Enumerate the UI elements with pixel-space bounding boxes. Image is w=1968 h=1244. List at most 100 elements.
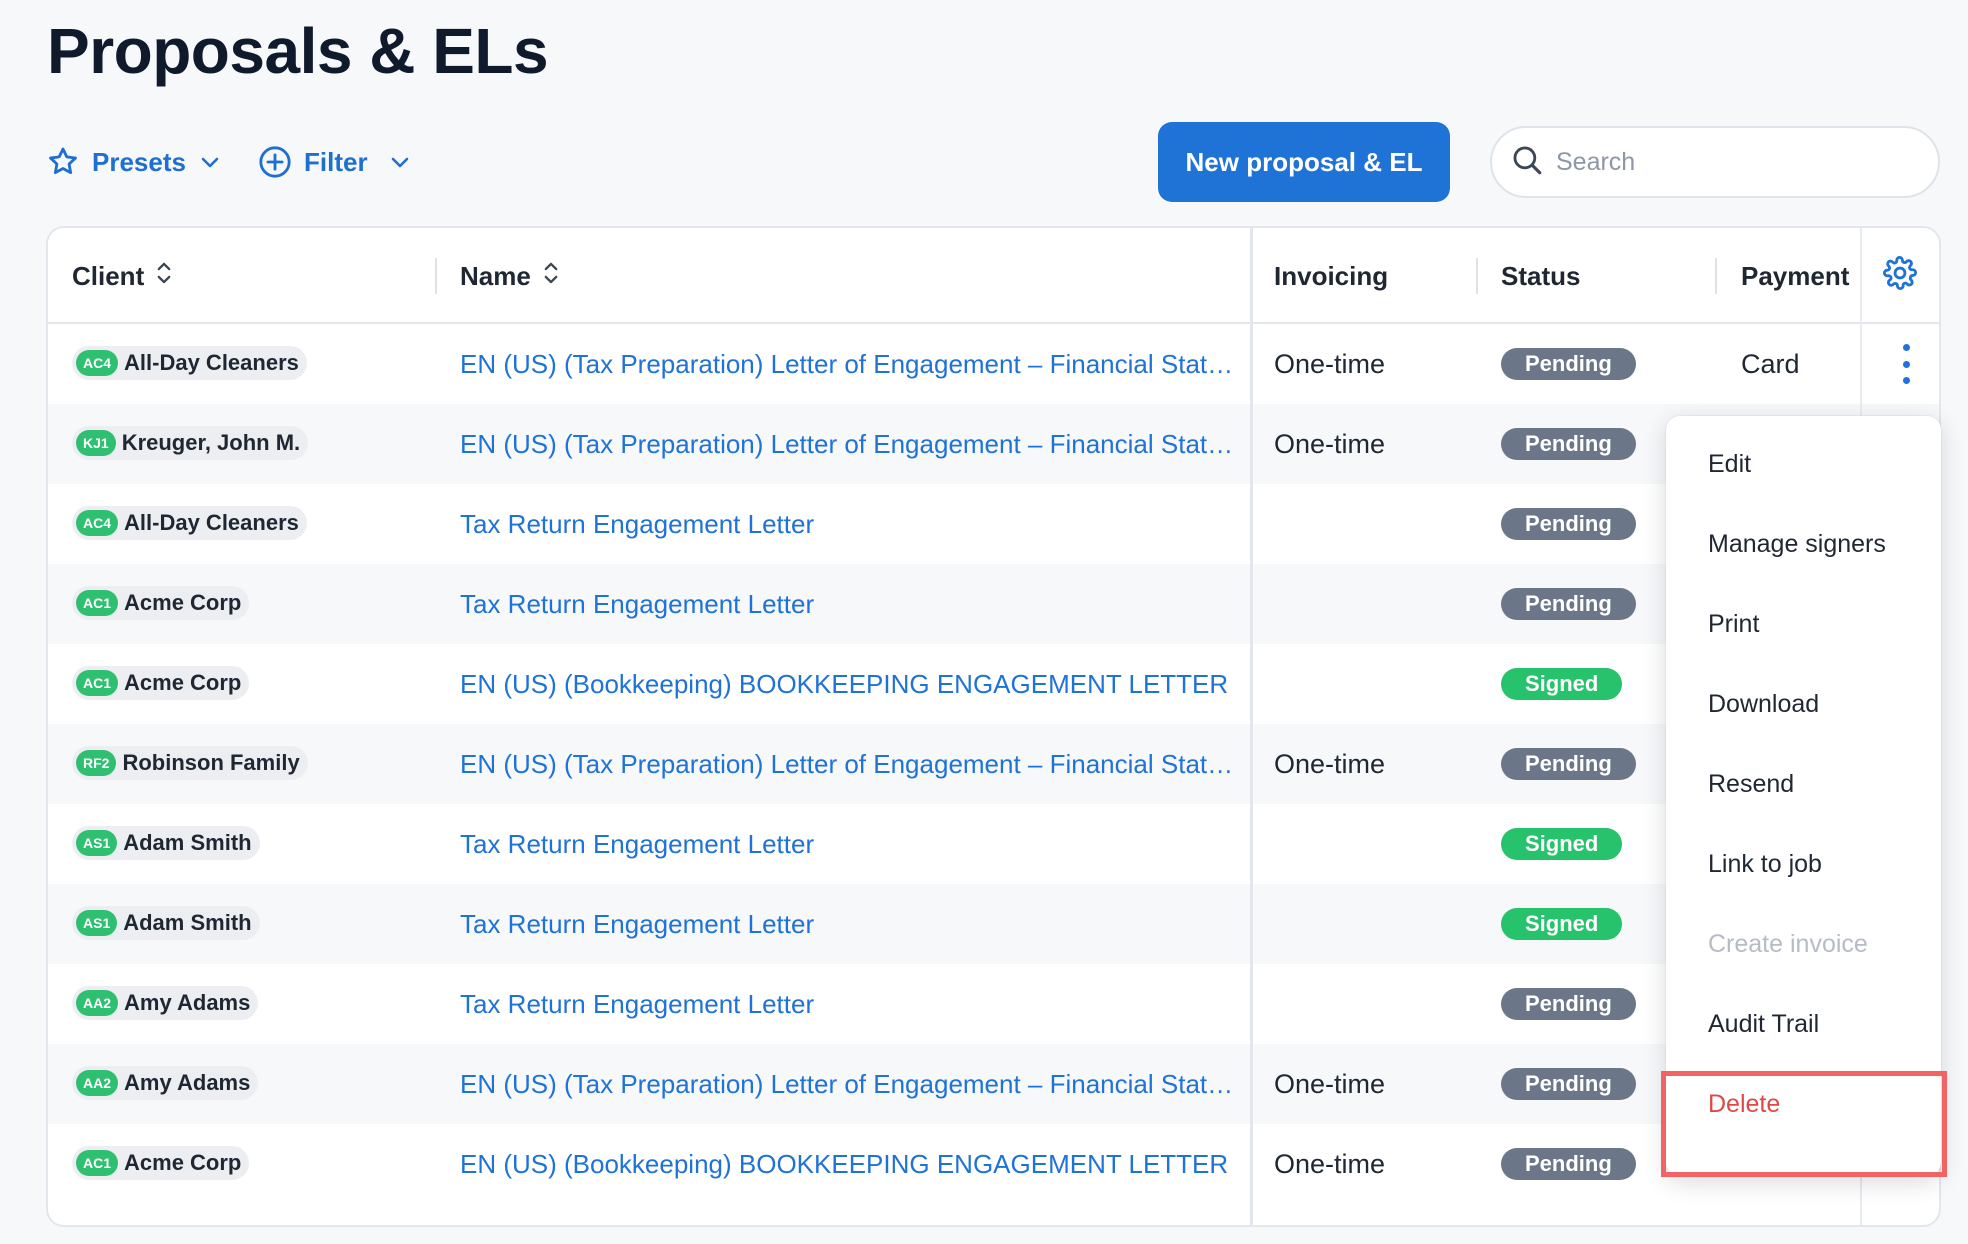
client-name: All-Day Cleaners <box>124 510 299 535</box>
column-header-name[interactable]: Name <box>460 228 559 324</box>
new-proposal-button[interactable]: New proposal & EL <box>1158 122 1450 202</box>
column-header-payment: Payment <box>1741 228 1849 324</box>
menu-item-delete[interactable]: Delete <box>1666 1064 1941 1144</box>
client-name: Acme Corp <box>124 590 242 615</box>
page-title: Proposals & ELs <box>47 15 549 87</box>
menu-item-manage-signers[interactable]: Manage signers <box>1666 504 1941 584</box>
chevron-down-icon <box>388 150 412 174</box>
client-name: Adam Smith <box>123 910 252 935</box>
menu-item-resend[interactable]: Resend <box>1666 744 1941 824</box>
payment-value: Card <box>1741 349 1800 379</box>
column-separator <box>1476 258 1478 294</box>
client-code-badge: AC1 <box>76 670 119 696</box>
table-row[interactable]: AS1 Adam Smith Tax Return Engagement Lette… <box>48 884 1939 964</box>
proposals-table: Client Name Invoicing Status Payment AC4… <box>46 226 1941 1227</box>
kebab-icon[interactable] <box>1896 344 1916 384</box>
table-row[interactable]: AA2 Amy Adams Tax Return Engagement Letter… <box>48 964 1939 1044</box>
table-header: Client Name Invoicing Status Payment <box>48 228 1939 324</box>
menu-item-link-to-job[interactable]: Link to job <box>1666 824 1941 904</box>
client-pill[interactable]: AC1 Acme Corp <box>72 1146 250 1180</box>
table-row[interactable]: AC1 Acme Corp EN (US) (Bookkeeping) BOOKKE… <box>48 644 1939 724</box>
client-code-badge: AC4 <box>76 510 119 536</box>
table-row[interactable]: KJ1 Kreuger, John M. EN (US) (Tax Preparat… <box>48 404 1939 484</box>
column-name-label: Name <box>460 260 531 291</box>
client-pill[interactable]: AC1 Acme Corp <box>72 586 250 620</box>
menu-item-download[interactable]: Download <box>1666 664 1941 744</box>
client-code-badge: AS1 <box>76 830 118 856</box>
document-name-link[interactable]: EN (US) (Tax Preparation) Letter of Enga… <box>460 404 1230 484</box>
client-pill[interactable]: AA2 Amy Adams <box>72 1066 259 1100</box>
client-name: Kreuger, John M. <box>121 430 301 455</box>
client-pill[interactable]: AC4 All-Day Cleaners <box>72 346 307 380</box>
document-name-link[interactable]: EN (US) (Tax Preparation) Letter of Enga… <box>460 324 1230 404</box>
client-name: Amy Adams <box>124 990 251 1015</box>
client-name: Robinson Family <box>122 750 300 775</box>
column-divider <box>1250 228 1253 1225</box>
status-badge: Pending <box>1501 588 1636 620</box>
client-code-badge: AS1 <box>76 910 118 936</box>
client-code-badge: AC1 <box>76 590 119 616</box>
client-pill[interactable]: KJ1 Kreuger, John M. <box>72 426 309 460</box>
table-settings-button[interactable] <box>1883 228 1917 324</box>
presets-label: Presets <box>92 146 186 177</box>
client-pill[interactable]: AS1 Adam Smith <box>72 906 260 940</box>
filter-label: Filter <box>304 146 368 177</box>
column-header-client[interactable]: Client <box>72 228 172 324</box>
status-badge: Pending <box>1501 508 1636 540</box>
document-name-link[interactable]: Tax Return Engagement Letter <box>460 964 1230 1044</box>
document-name-link[interactable]: Tax Return Engagement Letter <box>460 484 1230 564</box>
sort-icon <box>156 260 172 293</box>
document-name-link[interactable]: Tax Return Engagement Letter <box>460 804 1230 884</box>
document-name-link[interactable]: EN (US) (Tax Preparation) Letter of Enga… <box>460 724 1230 804</box>
client-name: All-Day Cleaners <box>124 350 299 375</box>
table-row[interactable]: AC4 All-Day Cleaners Tax Return Engagement… <box>48 484 1939 564</box>
gear-icon <box>1883 255 1917 297</box>
document-name-link[interactable]: EN (US) (Bookkeeping) BOOKKEEPING ENGAGE… <box>460 644 1230 724</box>
menu-item-edit[interactable]: Edit <box>1666 424 1941 504</box>
column-client-label: Client <box>72 260 145 291</box>
column-invoicing-label: Invoicing <box>1274 260 1389 291</box>
status-badge: Signed <box>1501 668 1623 700</box>
sort-icon <box>543 260 559 293</box>
table-row[interactable]: AC1 Acme Corp EN (US) (Bookkeeping) BOOKKE… <box>48 1124 1939 1204</box>
client-pill[interactable]: RF2 Robinson Family <box>72 746 308 780</box>
table-row[interactable]: AA2 Amy Adams EN (US) (Tax Preparation) Le… <box>48 1044 1939 1124</box>
client-code-badge: KJ1 <box>76 430 116 456</box>
client-pill[interactable]: AS1 Adam Smith <box>72 826 260 860</box>
presets-dropdown[interactable]: Presets <box>46 145 222 179</box>
status-badge: Pending <box>1501 748 1636 780</box>
row-context-menu: Edit Manage signers Print Download Resend Lin… <box>1666 416 1941 1176</box>
table-row[interactable]: AC4 All-Day Cleaners EN (US) (Tax Preparat… <box>48 324 1939 404</box>
client-pill[interactable]: AA2 Amy Adams <box>72 986 259 1020</box>
menu-item-print[interactable]: Print <box>1666 584 1941 664</box>
plus-circle-icon <box>258 145 292 179</box>
table-row[interactable]: RF2 Robinson Family EN (US) (Tax Preparati… <box>48 724 1939 804</box>
status-badge: Signed <box>1501 828 1623 860</box>
document-name-link[interactable]: Tax Return Engagement Letter <box>460 564 1230 644</box>
search-field[interactable] <box>1490 126 1940 198</box>
filter-dropdown[interactable]: Filter <box>258 145 412 179</box>
invoicing-value: One-time <box>1274 1069 1386 1099</box>
document-name-link[interactable]: EN (US) (Bookkeeping) BOOKKEEPING ENGAGE… <box>460 1124 1230 1204</box>
search-icon <box>1510 143 1544 182</box>
status-badge: Pending <box>1501 1148 1636 1180</box>
client-code-badge: AA2 <box>76 1070 119 1096</box>
star-icon <box>46 145 80 179</box>
search-input[interactable] <box>1556 147 1916 177</box>
table-row[interactable]: AS1 Adam Smith Tax Return Engagement Lette… <box>48 804 1939 884</box>
table-row[interactable]: AC1 Acme Corp Tax Return Engagement Letter… <box>48 564 1939 644</box>
client-code-badge: AA2 <box>76 990 119 1016</box>
invoicing-value: One-time <box>1274 1149 1386 1179</box>
status-badge: Pending <box>1501 988 1636 1020</box>
document-name-link[interactable]: EN (US) (Tax Preparation) Letter of Enga… <box>460 1044 1230 1124</box>
client-pill[interactable]: AC1 Acme Corp <box>72 666 250 700</box>
client-code-badge: RF2 <box>76 750 117 776</box>
status-badge: Pending <box>1501 348 1636 380</box>
client-pill[interactable]: AC4 All-Day Cleaners <box>72 506 307 540</box>
menu-item-audit-trail[interactable]: Audit Trail <box>1666 984 1941 1064</box>
column-separator <box>1715 258 1717 294</box>
document-name-link[interactable]: Tax Return Engagement Letter <box>460 884 1230 964</box>
invoicing-value: One-time <box>1274 429 1386 459</box>
client-code-badge: AC1 <box>76 1150 119 1176</box>
client-name: Acme Corp <box>124 670 242 695</box>
